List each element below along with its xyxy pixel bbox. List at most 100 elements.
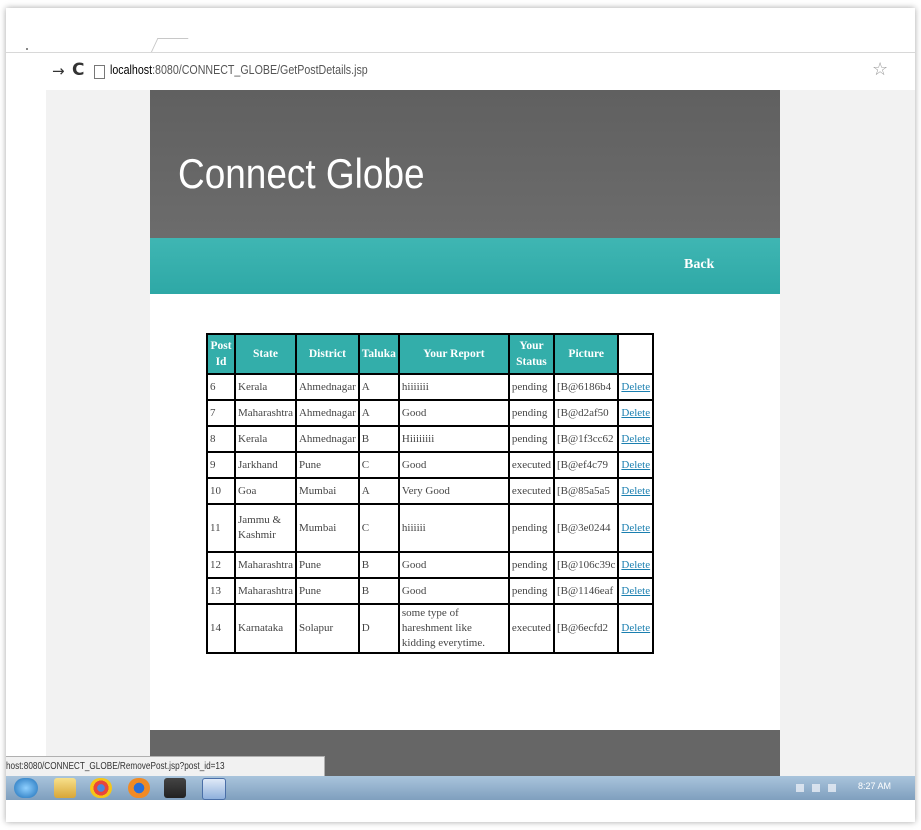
cell-report: Good	[397, 451, 510, 479]
cell-report: hiiiiii	[397, 503, 510, 553]
cell-taluka: A	[357, 399, 400, 427]
cell-taluka: B	[357, 425, 400, 453]
delete-link[interactable]: Delete	[617, 603, 655, 654]
site-container: Connect Globe Back Post Id State Distric…	[150, 90, 780, 790]
windows-taskbar: 8:27 AM	[6, 776, 915, 800]
cell-status: pending	[507, 425, 556, 453]
delete-link[interactable]: Delete	[617, 577, 655, 605]
cell-state: Maharashtra	[234, 577, 297, 605]
table-header-row: Post Id State District Taluka Your Repor…	[206, 333, 655, 375]
cell-district: Pune	[294, 577, 360, 605]
browser-viewport: Connect Globe Back Post Id State Distric…	[46, 90, 915, 790]
forward-icon[interactable]: →	[52, 62, 65, 80]
cell-state: Goa	[234, 477, 297, 505]
start-orb-icon[interactable]	[14, 778, 38, 798]
header-your-report: Your Report	[397, 333, 510, 375]
tray-volume-icon[interactable]	[812, 784, 820, 792]
browser-status-bar: host:8080/CONNECT_GLOBE/RemovePost.jsp?p…	[6, 756, 325, 778]
chrome-icon[interactable]	[90, 778, 112, 798]
header-your-status: Your Status	[507, 333, 556, 375]
page-icon	[94, 65, 105, 79]
cell-picture: [B@3e0244	[552, 503, 620, 553]
bookmark-star-icon[interactable]: ☆	[872, 59, 888, 80]
table-row: 11 Jammu & Kashmir Mumbai C hiiiiii pend…	[206, 503, 655, 553]
delete-link[interactable]: Delete	[617, 477, 655, 505]
cell-report: Good	[397, 551, 510, 579]
media-icon[interactable]	[164, 778, 186, 798]
taskbar-clock[interactable]: 8:27 AM	[858, 781, 891, 791]
delete-link[interactable]: Delete	[617, 503, 655, 553]
browser-tabstrip	[6, 8, 915, 53]
cell-district: Pune	[294, 551, 360, 579]
cell-district: Ahmednagar	[294, 373, 360, 401]
cell-state: Jammu & Kashmir	[234, 503, 297, 553]
delete-link[interactable]: Delete	[617, 551, 655, 579]
site-header: Connect Globe	[150, 90, 780, 238]
header-action	[617, 333, 655, 375]
header-state: State	[234, 333, 297, 375]
table-row: 14 Karnataka Solapur D some type of hare…	[206, 603, 655, 654]
cell-status: pending	[507, 373, 556, 401]
delete-link[interactable]: Delete	[617, 425, 655, 453]
address-bar[interactable]: localhost:8080/CONNECT_GLOBE/GetPostDeta…	[110, 62, 368, 77]
dot-decoration	[26, 48, 28, 50]
cell-status: pending	[507, 577, 556, 605]
cell-picture: [B@6ecfd2	[552, 603, 620, 654]
reload-icon[interactable]: C	[72, 60, 84, 80]
table-row: 7 Maharashtra Ahmednagar A Good pending …	[206, 399, 655, 427]
cell-report: Very Good	[397, 477, 510, 505]
cell-picture: [B@1146eaf	[552, 577, 620, 605]
cell-state: Kerala	[234, 373, 297, 401]
cell-post-id: 14	[206, 603, 236, 654]
cell-post-id: 11	[206, 503, 236, 553]
cell-status: pending	[507, 551, 556, 579]
cell-state: Maharashtra	[234, 399, 297, 427]
cell-post-id: 6	[206, 373, 236, 401]
table-row: 8 Kerala Ahmednagar B Hiiiiiiii pending …	[206, 425, 655, 453]
cell-district: Ahmednagar	[294, 399, 360, 427]
cell-picture: [B@6186b4	[552, 373, 620, 401]
cell-district: Solapur	[294, 603, 360, 654]
cell-picture: [B@85a5a5	[552, 477, 620, 505]
cell-report: Good	[397, 399, 510, 427]
cell-district: Ahmednagar	[294, 425, 360, 453]
cell-district: Mumbai	[294, 503, 360, 553]
cell-taluka: B	[357, 551, 400, 579]
cell-district: Pune	[294, 451, 360, 479]
cell-state: Jarkhand	[234, 451, 297, 479]
cell-post-id: 8	[206, 425, 236, 453]
cell-state: Kerala	[234, 425, 297, 453]
cell-report: some type of hareshment like kidding eve…	[397, 603, 510, 654]
cell-report: hiiiiiii	[397, 373, 510, 401]
table-row: 10 Goa Mumbai A Very Good executed [B@85…	[206, 477, 655, 505]
table-row: 12 Maharashtra Pune B Good pending [B@10…	[206, 551, 655, 579]
cell-report: Hiiiiiiii	[397, 425, 510, 453]
cell-taluka: C	[357, 451, 400, 479]
cell-post-id: 13	[206, 577, 236, 605]
cell-post-id: 7	[206, 399, 236, 427]
cell-picture: [B@ef4c79	[552, 451, 620, 479]
folder-icon[interactable]	[54, 778, 76, 798]
back-link[interactable]: Back	[684, 257, 714, 273]
cell-picture: [B@1f3cc62	[552, 425, 620, 453]
cell-status: executed	[507, 451, 556, 479]
tray-network-icon[interactable]	[796, 784, 804, 792]
url-path: :8080/CONNECT_GLOBE/GetPostDetails.jsp	[152, 62, 368, 77]
cell-picture: [B@106c39c	[552, 551, 620, 579]
delete-link[interactable]: Delete	[617, 451, 655, 479]
site-title: Connect Globe	[178, 150, 425, 197]
header-picture: Picture	[552, 333, 620, 375]
cell-status: pending	[507, 399, 556, 427]
cell-district: Mumbai	[294, 477, 360, 505]
header-post-id: Post Id	[206, 333, 236, 375]
cell-post-id: 9	[206, 451, 236, 479]
post-details-table: Post Id State District Taluka Your Repor…	[206, 333, 655, 654]
delete-link[interactable]: Delete	[617, 399, 655, 427]
firefox-icon[interactable]	[128, 778, 150, 798]
delete-link[interactable]: Delete	[617, 373, 655, 401]
word-icon[interactable]	[202, 778, 226, 800]
site-navbar: Back	[150, 238, 780, 294]
browser-tab[interactable]	[150, 38, 189, 53]
tray-flag-icon[interactable]	[828, 784, 836, 792]
cell-status: pending	[507, 503, 556, 553]
